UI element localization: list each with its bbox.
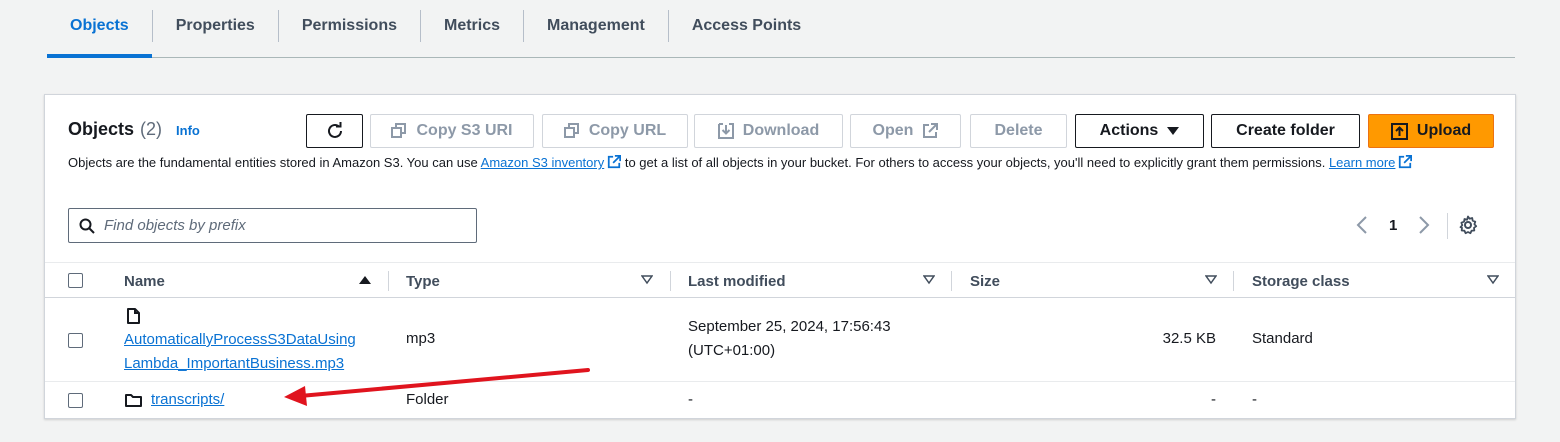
download-icon [717,123,734,139]
actions-label: Actions [1099,122,1159,139]
table-row[interactable]: transcripts/ Folder - - - [45,382,1515,419]
modified-timezone: (UTC+01:00) [688,342,776,359]
copy-url-label: Copy URL [588,122,667,139]
object-name-line2: Lambda_ImportantBusiness.mp3 [124,355,345,372]
column-header-storage-class[interactable]: Storage class [1252,263,1502,299]
object-last-modified: September 25, 2024, 17:56:43 (UTC+01:00) [688,315,891,363]
external-link-icon [923,123,939,138]
search-box [68,208,477,243]
tab-management[interactable]: Management [524,0,668,52]
column-header-size[interactable]: Size [970,263,1220,299]
refresh-icon [327,122,342,138]
pager-divider [1447,213,1448,239]
modified-date: September 25, 2024, 17:56:43 [688,318,891,335]
sort-icon [1205,275,1217,285]
tab-properties[interactable]: Properties [153,0,278,52]
object-name: AutomaticallyProcessS3DataUsing Lambda_Im… [124,328,356,376]
external-link-icon [1399,155,1413,169]
tab-metrics[interactable]: Metrics [421,0,523,52]
file-icon [127,308,140,324]
column-header-type[interactable]: Type [406,263,656,299]
column-divider [670,271,671,291]
column-divider [951,271,952,291]
column-type-label: Type [406,272,440,290]
download-button[interactable]: Download [694,114,843,148]
chevron-right-icon[interactable] [1417,215,1431,235]
open-button[interactable]: Open [850,114,961,148]
tab-objects[interactable]: Objects [47,0,152,58]
object-storage-class: Standard [1252,330,1313,347]
object-count: (2) [140,119,163,139]
folder-last-modified: - [688,391,693,408]
table-header: Name Type Last modified Size Storage cla… [45,262,1515,298]
object-name-line1: AutomaticallyProcessS3DataUsing [124,331,356,348]
actions-dropdown[interactable]: Actions [1075,114,1204,148]
column-name-label: Name [124,272,165,290]
create-folder-button[interactable]: Create folder [1211,114,1360,148]
object-type: mp3 [406,330,436,347]
folder-icon [125,394,142,407]
row-checkbox[interactable] [68,393,83,408]
select-all-checkbox[interactable] [68,273,83,288]
sort-icon [1487,275,1499,285]
tab-permissions[interactable]: Permissions [279,0,420,52]
inventory-link-label: Amazon S3 inventory [480,155,605,170]
search-icon [79,218,95,234]
panel-title: Objects [68,119,135,139]
copy-url-button[interactable]: Copy URL [542,114,688,148]
folder-type: Folder [406,391,449,408]
panel-description: Objects are the fundamental entities sto… [68,153,1468,172]
delete-button[interactable]: Delete [970,114,1067,148]
column-divider [1233,271,1234,291]
chevron-left-icon[interactable] [1355,215,1369,235]
column-storage-class-label: Storage class [1252,272,1350,290]
inventory-link[interactable]: Amazon S3 inventory [481,155,605,170]
bucket-tabs: Objects Properties Permissions Metrics M… [47,0,1515,58]
table-row[interactable]: AutomaticallyProcessS3DataUsing Lambda_Im… [45,298,1515,382]
copy-s3-uri-button[interactable]: Copy S3 URI [370,114,534,148]
upload-icon [1390,122,1408,140]
description-prefix: Objects are the fundamental entities sto… [68,155,481,170]
tab-access-points[interactable]: Access Points [669,0,824,52]
column-header-last-modified[interactable]: Last modified [688,263,938,299]
download-label: Download [742,122,820,139]
gear-icon[interactable] [1458,215,1478,235]
refresh-button[interactable] [306,114,363,148]
folder-storage-class: - [1252,391,1257,408]
info-link[interactable]: Info [176,123,200,138]
sort-icon [923,275,935,285]
upload-label: Upload [1416,122,1472,139]
description-mid: to get a list of all objects in your buc… [621,155,1329,170]
column-last-modified-label: Last modified [688,272,786,290]
learn-more-link[interactable]: Learn more [1329,155,1395,170]
copy-s3-uri-label: Copy S3 URI [416,122,513,139]
delete-label: Delete [994,122,1043,139]
copy-icon [391,123,407,138]
caret-down-icon [1167,127,1180,135]
copy-icon [563,123,579,138]
row-checkbox[interactable] [68,333,83,348]
create-folder-label: Create folder [1236,122,1335,139]
external-link-icon [608,155,622,169]
column-size-label: Size [970,272,1001,290]
object-size: 32.5 KB [1162,330,1216,347]
upload-button[interactable]: Upload [1368,114,1494,148]
folder-name-link[interactable]: transcripts/ [151,391,224,408]
folder-name: transcripts/ [151,388,224,412]
open-label: Open [872,122,914,139]
page-number[interactable]: 1 [1389,217,1397,234]
objects-panel: Objects (2) Info Copy S3 URI Copy URL Do… [44,94,1516,419]
panel-header: Objects (2) Info [68,119,200,140]
object-name-link[interactable]: AutomaticallyProcessS3DataUsing Lambda_Im… [124,331,356,372]
column-header-name[interactable]: Name [124,263,380,299]
sort-icon [641,275,653,285]
folder-size: - [1211,391,1216,408]
learn-more-label: Learn more [1328,155,1396,170]
sort-ascending-icon [359,276,371,284]
pagination: 1 [1355,213,1515,239]
column-divider [388,271,389,291]
search-input[interactable] [104,217,464,234]
